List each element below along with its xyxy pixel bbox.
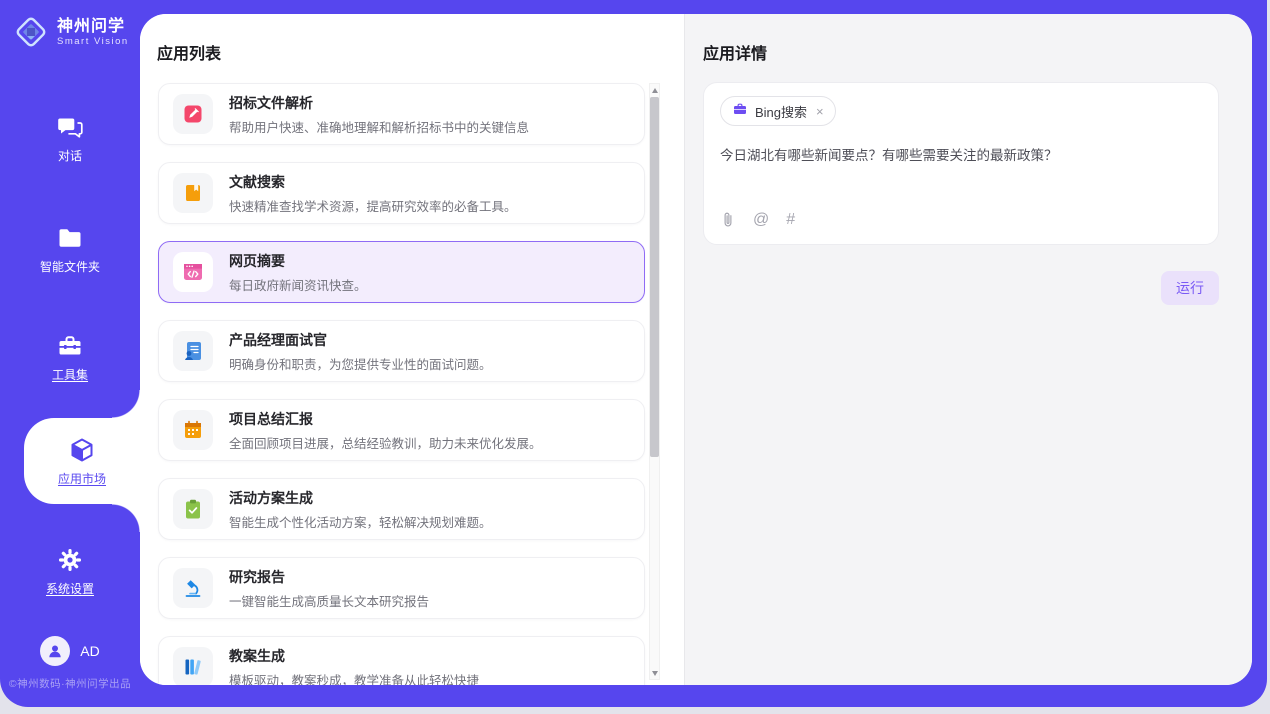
gear-icon [56, 546, 84, 574]
books-icon [173, 647, 213, 685]
book-icon [173, 173, 213, 213]
app-card-list: 招标文件解析 帮助用户快速、准确地理解和解析招标书中的关键信息 文献搜索 快速精… [158, 83, 645, 685]
prompt-text[interactable]: 今日湖北有哪些新闻要点？有哪些需要关注的最新政策？ [720, 146, 1202, 166]
user-name: AD [80, 643, 99, 659]
copyright-text: ©神州数码·神州问学出品 [0, 676, 140, 691]
run-button[interactable]: 运行 [1161, 271, 1219, 305]
sidebar-item-folders[interactable]: 智能文件夹 [0, 222, 140, 276]
app-card[interactable]: 研究报告 一键智能生成高质量长文本研究报告 [158, 557, 645, 619]
scroll-up-icon[interactable] [650, 84, 659, 96]
briefcase-icon [732, 101, 748, 122]
app-card[interactable]: 活动方案生成 智能生成个性化活动方案，轻松解决规划难题。 [158, 478, 645, 540]
scroll-down-icon[interactable] [650, 667, 659, 679]
sidebar-item-chat[interactable]: 对话 [0, 111, 140, 165]
folder-icon [56, 224, 84, 252]
app-card[interactable]: 教案生成 模板驱动，教案秒成，教学准备从此轻松快捷 [158, 636, 645, 685]
interviewer-icon [173, 331, 213, 371]
brand-name: 神州问学 [57, 18, 129, 36]
app-detail-title: 应用详情 [703, 40, 767, 64]
prompt-card[interactable]: Bing搜索 × 今日湖北有哪些新闻要点？有哪些需要关注的最新政策？ @ # [703, 82, 1219, 245]
scrollbar-thumb[interactable] [650, 97, 659, 457]
app-detail-panel: 应用详情 Bing搜索 × 今日湖北有哪些新闻要点？有哪些需要关注的最新政策？ [684, 14, 1252, 685]
tool-chip-label: Bing搜索 [755, 102, 807, 121]
brand-logo: 神州问学 Smart Vision [12, 13, 129, 51]
cube-icon [68, 436, 96, 464]
sidebar-item-settings[interactable]: 系统设置 [0, 544, 140, 598]
app-card[interactable]: 文献搜索 快速精准查找学术资源，提高研究效率的必备工具。 [158, 162, 645, 224]
sidebar: 神州问学 Smart Vision 对话 智能文件夹 工具集 应用市场 系统设置… [0, 0, 140, 700]
app-list-title: 应用列表 [157, 40, 221, 64]
web-code-icon [173, 252, 213, 292]
sidebar-item-app-market[interactable]: 应用市场 [24, 418, 140, 504]
toolbox-icon [56, 332, 84, 360]
edit-doc-icon [173, 94, 213, 134]
tool-chip-bing[interactable]: Bing搜索 × [720, 96, 836, 126]
main-content: 应用列表 招标文件解析 帮助用户快速、准确地理解和解析招标书中的关键信息 文献搜… [140, 14, 1252, 685]
paperclip-icon[interactable] [720, 211, 736, 229]
calendar-icon [173, 410, 213, 450]
app-card[interactable]: 招标文件解析 帮助用户快速、准确地理解和解析招标书中的关键信息 [158, 83, 645, 145]
app-card[interactable]: 网页摘要 每日政府新闻资讯快查。 [158, 241, 645, 303]
brand-tagline: Smart Vision [57, 36, 129, 47]
chat-icon [56, 113, 84, 141]
user-row[interactable]: AD [0, 636, 140, 666]
mention-icon[interactable]: @ [753, 211, 769, 229]
chip-close-icon[interactable]: × [816, 104, 824, 119]
app-card[interactable]: 产品经理面试官 明确身份和职责，为您提供专业性的面试问题。 [158, 320, 645, 382]
app-card[interactable]: 项目总结汇报 全面回顾项目进展，总结经验教训，助力未来优化发展。 [158, 399, 645, 461]
hash-icon[interactable]: # [786, 211, 795, 229]
microscope-icon [173, 568, 213, 608]
scrollbar[interactable] [649, 83, 660, 680]
attach-row: @ # [720, 211, 1202, 231]
run-row: 运行 [703, 271, 1219, 305]
sidebar-item-tools[interactable]: 工具集 [0, 330, 140, 384]
clipboard-icon [173, 489, 213, 529]
app-list-panel: 应用列表 招标文件解析 帮助用户快速、准确地理解和解析招标书中的关键信息 文献搜… [140, 14, 684, 685]
app-frame: 神州问学 Smart Vision 对话 智能文件夹 工具集 应用市场 系统设置… [0, 0, 1267, 707]
avatar [40, 636, 70, 666]
brand-diamond-icon [12, 13, 50, 51]
